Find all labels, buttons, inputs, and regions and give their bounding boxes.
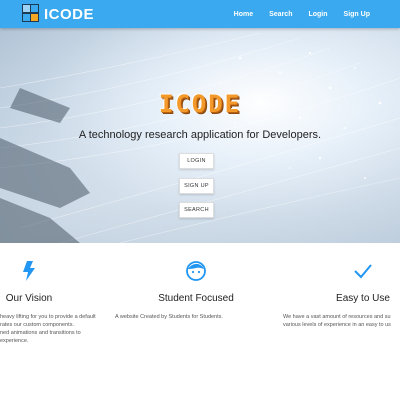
bolt-icon xyxy=(23,261,35,281)
feature-description: heavy lifting for you to provide a defau… xyxy=(0,313,110,345)
check-icon xyxy=(354,264,372,279)
feature-description: We have a vast amount of resources and s… xyxy=(283,313,400,329)
hero-subtitle: A technology research application for De… xyxy=(78,129,322,141)
feature-title: Student Focused xyxy=(158,293,234,304)
brand-name: ICODE xyxy=(44,5,95,23)
feature-title: Our Vision xyxy=(5,293,53,304)
feature-title: Easy to Use xyxy=(336,293,390,304)
feature-line: ned animations and transitions to xyxy=(0,330,81,336)
search-button[interactable]: SEARCH xyxy=(179,202,214,218)
logo-icon xyxy=(22,4,40,24)
hero-section: ICODE A technology research application … xyxy=(0,28,400,243)
signup-button[interactable]: SIGN UP xyxy=(179,178,214,194)
login-button[interactable]: LOGIN xyxy=(179,153,214,169)
nav-home-link[interactable]: Home xyxy=(234,11,253,18)
face-icon xyxy=(186,261,206,281)
feature-line: heavy lifting for you to provide a defau… xyxy=(0,314,96,320)
nav-signup-link[interactable]: Sign Up xyxy=(344,11,370,18)
feature-description: A website Created by Students for Studen… xyxy=(115,313,275,321)
feature-line: We have a vast amount of resources and s… xyxy=(283,314,391,320)
brand[interactable]: ICODE xyxy=(22,3,94,25)
top-navbar: ICODE Home Search Login Sign Up xyxy=(0,0,400,28)
feature-line: A website Created by Students for Studen… xyxy=(115,314,223,320)
nav-search-link[interactable]: Search xyxy=(269,11,292,18)
feature-line: experience. xyxy=(0,338,29,344)
nav-login-link[interactable]: Login xyxy=(308,11,327,18)
features-section: Our Vision heavy lifting for you to prov… xyxy=(0,243,400,400)
feature-line: various levels of experience in an easy … xyxy=(283,322,391,328)
hero-title: ICODE xyxy=(158,90,242,118)
nav-links: Home Search Login Sign Up xyxy=(218,0,370,28)
feature-line: rates our custom components. xyxy=(0,322,74,328)
